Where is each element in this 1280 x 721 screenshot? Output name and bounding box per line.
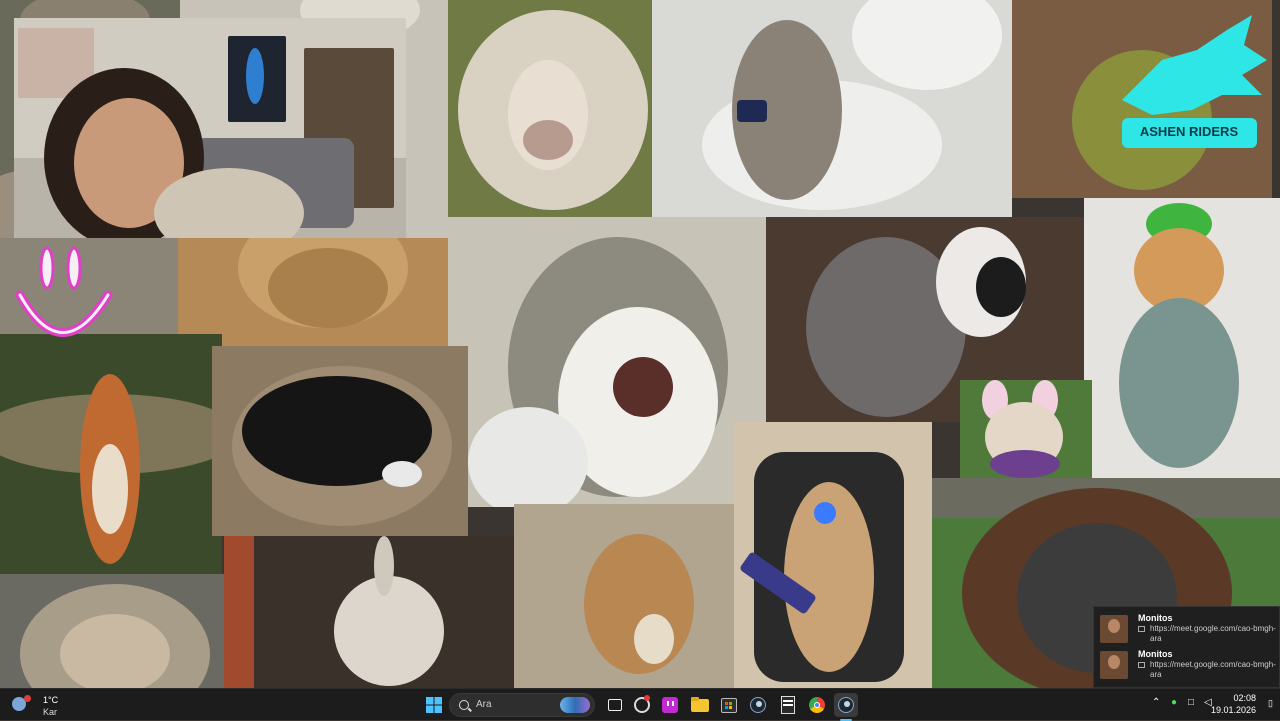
weather-temperature: 1°C [43,695,59,705]
notification-body: https://meet.google.com/cao-bmgh-ara [1150,624,1276,643]
weather-badge [24,695,31,702]
wallpaper-tile-orange-cat-blurry [178,238,448,346]
weather-widget[interactable]: 1°C Kar [10,692,70,718]
search-icon [459,700,469,710]
system-tray: ⌃ ● □ ◁ 02:08 19.01.2026 ▯ [1140,689,1280,721]
chrome-icon[interactable] [805,693,829,717]
epic-games-icon[interactable] [776,693,800,717]
clock-date[interactable]: 19.01.2026 [1211,705,1256,715]
notification-thumbnail [1100,651,1128,679]
ashen-riders-text: ASHEN RIDERS [1139,124,1239,139]
notification-panel: Monitos https://meet.google.com/cao-bmgh… [1093,606,1280,688]
chevron-up-icon[interactable]: ⌃ [1152,697,1160,708]
meet-icon [1138,662,1145,668]
wallpaper-tile-bulldog-bunny [960,380,1092,478]
wallpaper-tile-squirrel [0,334,222,574]
wallpaper-tile-monkey [0,574,224,688]
weather-condition: Kar [43,707,58,717]
display-icon[interactable]: □ [1188,697,1194,708]
search-highlight-icon [560,697,590,713]
copilot-icon[interactable] [630,693,654,717]
clock-time[interactable]: 02:08 [1233,693,1256,703]
wallpaper-tile-cat-green-hat [1084,198,1280,478]
wallpaper-tile-ashen-riders: ASHEN RIDERS [1012,0,1272,198]
microsoft-store-icon[interactable] [717,693,741,717]
notification-thumbnail [1100,615,1128,643]
notification-item[interactable]: Monitos https://meet.google.com/cao-bmgh… [1094,645,1280,681]
taskbar: 1°C Kar Ara ⌃ ● □ ◁ 02:08 19.01.2026 ▯ [0,688,1280,721]
notification-body: https://meet.google.com/cao-bmgh-ara [1150,660,1276,679]
wallpaper-tile-cat-gaming-chair [734,422,932,688]
smiley-logo-icon [15,246,113,337]
notification-item[interactable]: Monitos https://meet.google.com/cao-bmgh… [1094,609,1280,645]
ashen-riders-horse-icon [1122,15,1267,115]
file-explorer-icon[interactable] [688,693,712,717]
twitch-icon[interactable] [658,693,682,717]
notification-title: Monitos [1138,613,1173,623]
wallpaper-tile-sheep-with-hair [448,0,652,217]
task-view-icon[interactable] [603,693,627,717]
webcam-overlay [14,18,406,238]
wallpaper-tile-surprised-cat [448,217,766,507]
steam-active-icon[interactable] [834,693,858,721]
steam-icon[interactable] [746,693,770,717]
meet-icon [1138,626,1145,632]
wallpaper-tile-donkey [224,536,516,688]
notification-bell-icon[interactable]: ▯ [1268,698,1273,709]
notification-title: Monitos [1138,649,1173,659]
wallpaper-tile-cat-on-toilet [652,0,1012,217]
wallpaper-tile-dog-bread [514,504,736,688]
taskbar-search-box[interactable]: Ara [449,693,595,717]
microphone-icon[interactable]: ● [1171,697,1177,708]
desktop-wallpaper: ASHEN RIDERS Monitos https://meet.google… [0,0,1280,688]
wallpaper-tile-black-dog-controller [212,346,468,536]
windows-start-icon[interactable] [422,693,446,717]
search-placeholder: Ara [476,699,492,710]
